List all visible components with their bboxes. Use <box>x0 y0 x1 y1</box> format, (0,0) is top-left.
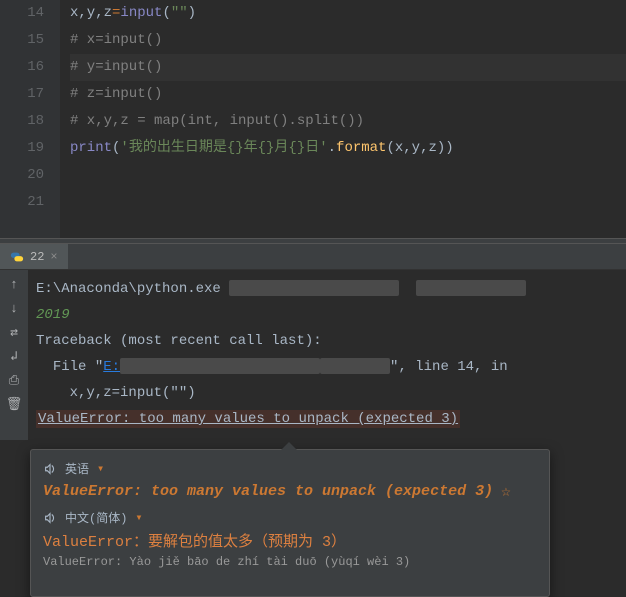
down-arrow-icon[interactable]: ↓ <box>6 300 22 316</box>
line-number: 18 <box>0 108 44 135</box>
star-icon[interactable]: ☆ <box>501 481 511 501</box>
translation-target-text: ValueError：要解包的值太多（预期为 3） <box>43 530 537 551</box>
line-number-gutter: 14 15 16 17 18 19 20 21 <box>0 0 60 238</box>
code-line-current: # y=input() <box>70 54 626 81</box>
filter-icon[interactable]: ⇄ <box>6 324 22 340</box>
run-console-pane: ↑ ↓ ⇄ ↲ ⎙ 🗑 E:\Anaconda\python.exe 2019 … <box>0 270 626 440</box>
speaker-icon[interactable] <box>43 511 57 525</box>
line-number: 16 <box>0 54 44 81</box>
console-traceback-header: Traceback (most recent call last): <box>36 328 626 354</box>
console-output[interactable]: E:\Anaconda\python.exe 2019 Traceback (m… <box>28 270 626 440</box>
line-number: 15 <box>0 27 44 54</box>
target-lang-row: 中文(简体) ▾ <box>43 509 537 526</box>
code-line: x,y,z=input("") <box>70 0 626 27</box>
chevron-down-icon[interactable]: ▾ <box>135 510 142 525</box>
code-editor-pane: 14 15 16 17 18 19 20 21 x,y,z=input("") … <box>0 0 626 238</box>
code-line: # x,y,z = map(int, input().split()) <box>70 108 626 135</box>
code-line: # z=input() <box>70 81 626 108</box>
line-number: 20 <box>0 162 44 189</box>
wrap-icon[interactable]: ↲ <box>6 348 22 364</box>
line-number: 17 <box>0 81 44 108</box>
source-lang-label[interactable]: 英语 <box>65 460 89 477</box>
tooltip-arrow <box>281 442 297 450</box>
translation-source-text: ValueError: too many values to unpack (e… <box>43 481 537 501</box>
console-error-line: ValueError: too many values to unpack (e… <box>36 406 626 432</box>
code-line <box>70 162 626 189</box>
trash-icon[interactable]: 🗑 <box>6 396 22 412</box>
up-arrow-icon[interactable]: ↑ <box>6 276 22 292</box>
translation-tooltip: 英语 ▾ ValueError: too many values to unpa… <box>30 449 550 597</box>
run-tab-bar: 22 × <box>0 244 626 270</box>
code-line: print('我的出生日期是{}年{}月{}日'.format(x,y,z)) <box>70 135 626 162</box>
code-line <box>70 189 626 216</box>
line-number: 14 <box>0 0 44 27</box>
console-code-line: x,y,z=input("") <box>36 380 626 406</box>
file-link[interactable]: E: <box>103 359 120 375</box>
console-toolbar: ↑ ↓ ⇄ ↲ ⎙ 🗑 <box>0 270 28 440</box>
target-lang-label[interactable]: 中文(简体) <box>65 509 127 526</box>
console-file-ref: File "E:", line 14, in <box>36 354 626 380</box>
line-number: 21 <box>0 189 44 216</box>
console-user-input: 2019 <box>36 302 626 328</box>
code-area[interactable]: x,y,z=input("") # x=input() # y=input() … <box>60 0 626 238</box>
line-number: 19 <box>0 135 44 162</box>
close-icon[interactable]: × <box>50 250 57 264</box>
speaker-icon[interactable] <box>43 462 57 476</box>
console-line: E:\Anaconda\python.exe <box>36 276 626 302</box>
chevron-down-icon[interactable]: ▾ <box>97 461 104 476</box>
run-tab[interactable]: 22 × <box>0 244 68 269</box>
translation-pinyin: ValueError: Yào jiě bāo de zhí tài duō (… <box>43 555 537 569</box>
source-lang-row: 英语 ▾ <box>43 460 537 477</box>
print-icon[interactable]: ⎙ <box>6 372 22 388</box>
python-icon <box>10 250 24 264</box>
run-tab-label: 22 <box>30 250 44 264</box>
code-line: # x=input() <box>70 27 626 54</box>
